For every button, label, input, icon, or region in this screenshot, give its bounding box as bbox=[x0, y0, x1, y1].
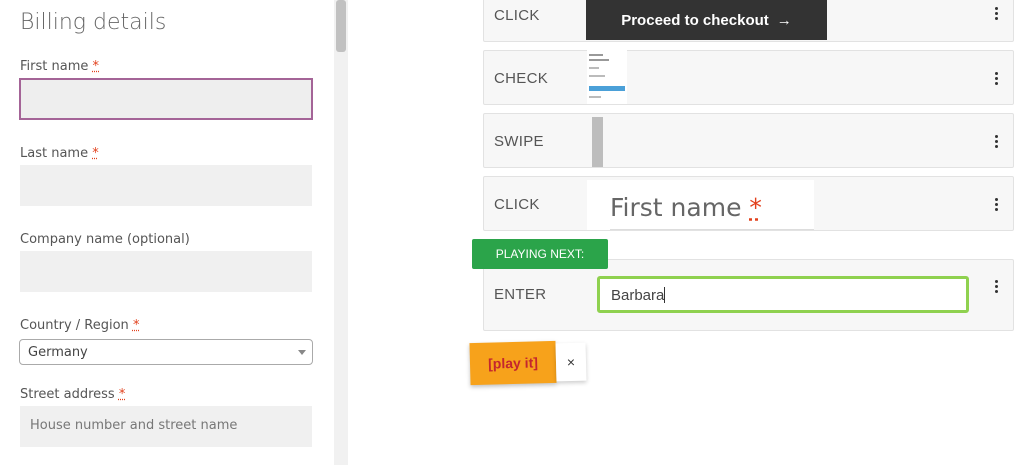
street-input[interactable]: House number and street name bbox=[20, 406, 312, 447]
preview-swipe-bar bbox=[592, 117, 603, 167]
more-menu-icon[interactable] bbox=[995, 7, 999, 22]
form-scrollbar[interactable] bbox=[334, 0, 348, 465]
preview-first-name-text: First name bbox=[610, 193, 742, 222]
first-name-label: First name * bbox=[20, 59, 99, 74]
step-swipe[interactable]: SWIPE bbox=[483, 113, 1014, 168]
street-placeholder: House number and street name bbox=[30, 418, 238, 433]
playing-next-badge: PLAYING NEXT: bbox=[472, 239, 608, 269]
close-icon[interactable]: × bbox=[555, 342, 587, 382]
required-mark: * bbox=[749, 193, 762, 222]
play-it-button[interactable]: [play it] bbox=[469, 340, 557, 386]
enter-value-input[interactable]: Barbara bbox=[597, 276, 969, 313]
billing-form-panel: Billing details First name * Last name *… bbox=[0, 0, 334, 465]
required-mark: * bbox=[92, 146, 99, 161]
preview-screenshot-thumbnail bbox=[587, 50, 627, 104]
country-value: Germany bbox=[28, 345, 88, 360]
text-cursor bbox=[664, 287, 666, 303]
more-menu-icon[interactable] bbox=[995, 135, 999, 150]
street-label: Street address * bbox=[20, 387, 126, 402]
form-title: Billing details bbox=[20, 10, 167, 35]
step-action: SWIPE bbox=[494, 133, 544, 150]
last-name-input[interactable] bbox=[20, 165, 312, 206]
required-mark: * bbox=[118, 387, 126, 402]
preview-first-name-label: First name * bbox=[587, 180, 814, 230]
company-input[interactable] bbox=[20, 251, 312, 292]
more-menu-icon[interactable] bbox=[995, 72, 999, 87]
country-select[interactable]: Germany bbox=[19, 339, 313, 365]
scrollbar-thumb[interactable] bbox=[336, 0, 346, 52]
step-action: CLICK bbox=[494, 7, 540, 24]
chevron-down-icon bbox=[298, 350, 306, 355]
arrow-right-icon: → bbox=[776, 11, 792, 29]
first-name-input[interactable] bbox=[19, 78, 313, 120]
preview-checkout-text: Proceed to checkout bbox=[621, 11, 769, 29]
step-action: CLICK bbox=[494, 196, 540, 213]
step-action: CHECK bbox=[494, 70, 549, 87]
more-menu-icon[interactable] bbox=[995, 280, 999, 295]
more-menu-icon[interactable] bbox=[995, 198, 999, 213]
required-mark: * bbox=[92, 59, 100, 74]
step-check[interactable]: CHECK bbox=[483, 50, 1014, 105]
preview-checkout-button: Proceed to checkout → bbox=[586, 0, 827, 40]
step-action: ENTER bbox=[494, 286, 547, 303]
country-label: Country / Region * bbox=[20, 318, 140, 333]
required-mark: * bbox=[132, 318, 140, 333]
enter-value-text: Barbara bbox=[611, 287, 665, 304]
last-name-label: Last name * bbox=[20, 146, 99, 161]
company-label: Company name (optional) bbox=[20, 232, 190, 247]
